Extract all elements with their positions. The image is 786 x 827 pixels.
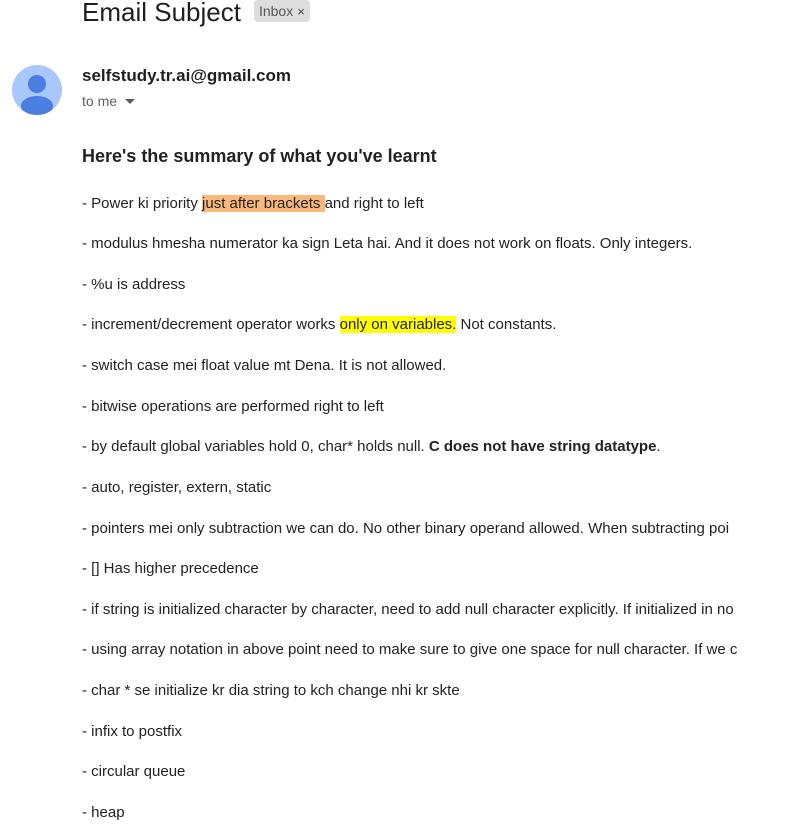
line-text: Not constants. bbox=[456, 316, 557, 333]
recipient-row[interactable]: to me bbox=[82, 93, 136, 109]
body-line: - auto, register, extern, static bbox=[82, 479, 272, 496]
body-line: - circular queue bbox=[82, 763, 186, 780]
subject-row: Email Subject Inbox × bbox=[82, 0, 310, 30]
body-line: - [] Has higher precedence bbox=[82, 560, 259, 577]
body-line: - infix to postfix bbox=[82, 723, 183, 740]
line-text: and right to left bbox=[324, 195, 424, 212]
line-text: - by default global variables hold 0, ch… bbox=[82, 438, 429, 455]
body-line: - pointers mei only subtraction we can d… bbox=[82, 520, 730, 537]
body-line: - if string is initialized character by … bbox=[82, 601, 734, 618]
person-avatar-icon[interactable] bbox=[12, 65, 62, 115]
body-line: - char * se initialize kr dia string to … bbox=[82, 682, 460, 699]
email-subject: Email Subject bbox=[82, 0, 241, 27]
body-line: - %u is address bbox=[82, 276, 186, 293]
email-view: Email Subject Inbox × selfstudy.tr.ai@gm… bbox=[0, 0, 786, 827]
message-heading: Here's the summary of what you've learnt bbox=[82, 146, 437, 166]
body-line: - using array notation in above point ne… bbox=[82, 641, 738, 658]
highlighted-text: only on variables. bbox=[339, 316, 457, 333]
caret-down-icon[interactable] bbox=[125, 98, 136, 104]
line-text: - Power ki priority bbox=[82, 195, 203, 212]
line-text: - increment/decrement operator works bbox=[82, 316, 340, 333]
body-line: - bitwise operations are performed right… bbox=[82, 398, 384, 415]
body-line: - by default global variables hold 0, ch… bbox=[82, 437, 661, 457]
body-line: - heap bbox=[82, 804, 125, 821]
highlighted-text: just after brackets bbox=[202, 195, 325, 212]
body-line: - increment/decrement operator works onl… bbox=[82, 315, 556, 335]
label-chip-text: Inbox bbox=[258, 3, 294, 19]
close-icon[interactable]: × bbox=[297, 4, 305, 19]
body-line: - modulus hmesha numerator ka sign Leta … bbox=[82, 235, 693, 252]
sender-email[interactable]: selfstudy.tr.ai@gmail.com bbox=[82, 66, 291, 86]
body-line: - Power ki priority just after brackets … bbox=[82, 194, 424, 214]
bold-text: C does not have string datatype bbox=[428, 438, 657, 455]
line-text: . bbox=[656, 438, 661, 455]
recipient-label: to me bbox=[82, 93, 118, 109]
body-line: - switch case mei float value mt Dena. I… bbox=[82, 357, 447, 374]
inbox-label-chip[interactable]: Inbox × bbox=[253, 0, 310, 22]
